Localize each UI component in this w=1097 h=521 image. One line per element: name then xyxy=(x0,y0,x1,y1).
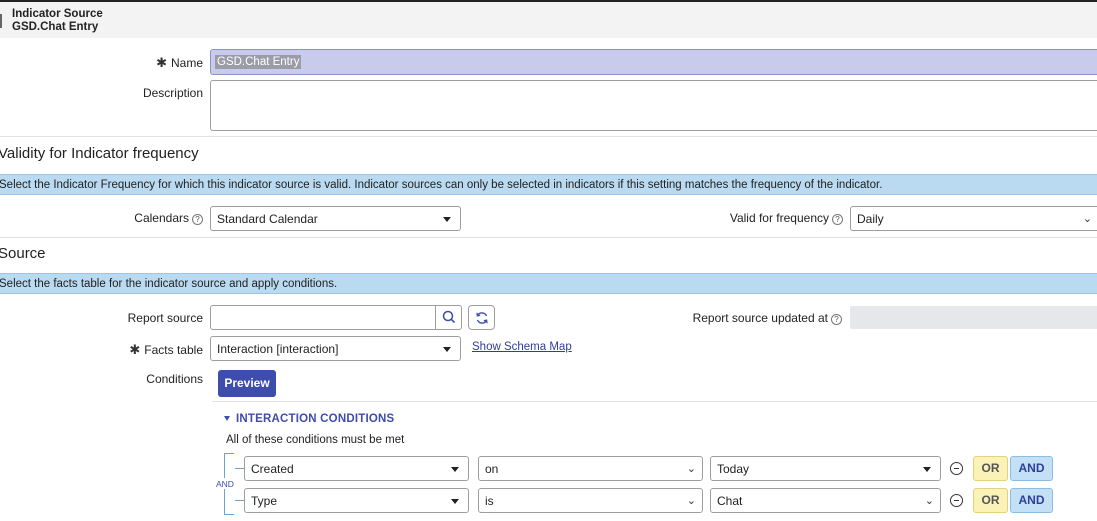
source-section-title: Source xyxy=(0,245,46,262)
condition-field-value: Created xyxy=(251,462,294,476)
required-icon: ✱ xyxy=(129,342,141,357)
chevron-down-icon: ⌄ xyxy=(924,495,934,507)
divider xyxy=(0,136,1097,137)
condition-operator-select[interactable]: is ⌄ xyxy=(478,488,703,513)
validity-info-banner: Select the Indicator Frequency for which… xyxy=(0,174,1097,195)
refresh-button[interactable] xyxy=(468,305,495,330)
caret-down-icon xyxy=(443,217,451,222)
condition-value-select[interactable]: Chat ⌄ xyxy=(710,488,941,513)
conditions-title: INTERACTION CONDITIONS xyxy=(236,413,395,425)
remove-condition-icon[interactable] xyxy=(950,494,963,507)
source-info-banner: Select the facts table for the indicator… xyxy=(0,273,1097,294)
report-updated-field xyxy=(850,306,1097,329)
caret-down-icon xyxy=(923,467,931,472)
and-button[interactable]: AND xyxy=(1010,488,1053,513)
condition-operator-value: on xyxy=(485,462,499,476)
condition-operator-select[interactable]: on ⌄ xyxy=(478,456,703,481)
report-source-label: Report source xyxy=(127,311,203,325)
divider xyxy=(0,237,1097,238)
help-icon[interactable]: ? xyxy=(832,214,843,225)
refresh-icon xyxy=(476,312,488,324)
frequency-label: Valid for frequency? xyxy=(690,211,843,225)
chevron-down-icon: ⌄ xyxy=(686,495,696,507)
condition-value-select[interactable]: Today xyxy=(710,456,941,481)
calendars-select-value: Standard Calendar xyxy=(217,212,318,226)
report-updated-label: Report source updated at? xyxy=(640,311,842,325)
preview-button[interactable]: Preview xyxy=(218,370,276,397)
source-banner-text: Select the facts table for the indicator… xyxy=(0,278,338,290)
record-name-subtitle: GSD.Chat Entry xyxy=(12,21,99,33)
validity-banner-text: Select the Indicator Frequency for which… xyxy=(0,179,883,191)
calendars-select[interactable]: Standard Calendar xyxy=(210,206,461,231)
row-connector xyxy=(235,468,244,469)
facts-table-label-text: Facts table xyxy=(144,343,203,357)
required-icon: ✱ xyxy=(156,55,167,70)
row-connector xyxy=(235,500,244,501)
condition-operator-value: is xyxy=(485,494,494,508)
chevron-down-icon: ⌄ xyxy=(686,463,696,475)
chevron-down-icon: ⌄ xyxy=(1082,213,1092,225)
help-icon[interactable]: ? xyxy=(192,214,203,225)
facts-table-select[interactable]: Interaction [interaction] xyxy=(210,336,461,361)
condition-field-value: Type xyxy=(251,494,278,508)
remove-condition-icon[interactable] xyxy=(950,462,963,475)
conditions-label: Conditions xyxy=(146,372,203,386)
description-field[interactable] xyxy=(210,80,1097,131)
header-edge-marker xyxy=(0,14,2,28)
record-type-title: Indicator Source xyxy=(12,8,103,20)
frequency-select[interactable]: Daily ⌄ xyxy=(850,206,1097,231)
or-button[interactable]: OR xyxy=(973,488,1008,513)
divider xyxy=(212,401,1097,402)
caret-down-icon xyxy=(443,347,451,352)
report-source-input[interactable] xyxy=(210,305,462,330)
search-icon[interactable] xyxy=(437,306,461,329)
caret-down-icon xyxy=(451,499,459,504)
name-field-value: GSD.Chat Entry xyxy=(215,55,302,69)
condition-value-text: Today xyxy=(717,462,750,476)
frequency-select-value: Daily xyxy=(857,212,884,226)
conditions-header[interactable]: INTERACTION CONDITIONS xyxy=(224,411,394,425)
conditions-subtitle: All of these conditions must be met xyxy=(226,434,405,446)
group-join-label: AND xyxy=(216,479,234,489)
facts-table-label: ✱ Facts table xyxy=(100,342,203,358)
show-schema-map-link[interactable]: Show Schema Map xyxy=(472,341,572,353)
or-button[interactable]: OR xyxy=(973,456,1008,481)
frequency-label-text: Valid for frequency xyxy=(729,211,829,225)
name-label: ✱ Name xyxy=(100,55,203,71)
name-field[interactable]: GSD.Chat Entry xyxy=(210,49,1097,75)
name-label-text: Name xyxy=(170,56,203,70)
collapse-triangle-icon xyxy=(224,416,230,421)
condition-value-text: Chat xyxy=(717,494,743,508)
description-label: Description xyxy=(142,86,203,100)
calendars-label-text: Calendars xyxy=(134,211,189,225)
condition-field-select[interactable]: Type xyxy=(244,488,469,513)
input-separator xyxy=(435,306,436,329)
record-header: Indicator Source GSD.Chat Entry xyxy=(0,0,1097,38)
validity-section-title: Validity for Indicator frequency xyxy=(0,145,199,162)
condition-field-select[interactable]: Created xyxy=(244,456,469,481)
calendars-label: Calendars? xyxy=(100,211,203,225)
report-updated-label-text: Report source updated at xyxy=(692,311,828,325)
facts-table-value: Interaction [interaction] xyxy=(217,342,339,356)
help-icon[interactable]: ? xyxy=(831,314,842,325)
caret-down-icon xyxy=(451,467,459,472)
and-button[interactable]: AND xyxy=(1010,456,1053,481)
